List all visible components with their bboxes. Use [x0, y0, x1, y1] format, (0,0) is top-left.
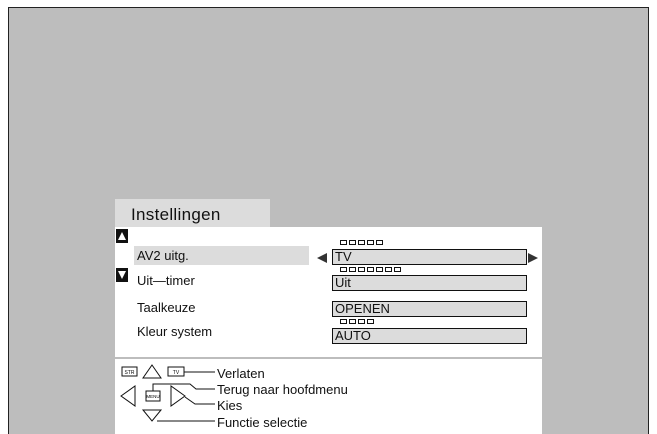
remote-keys-diagram: STR TV MENU	[120, 364, 215, 422]
up-key-icon	[142, 364, 162, 379]
menu-key-label: MENU	[146, 394, 159, 399]
help-function-text: Functie selectie	[217, 415, 308, 430]
tv-key-label: TV	[173, 370, 180, 376]
help-back-text: Terug naar hoofdmenu	[217, 382, 348, 397]
help-exit-text: Verlaten	[217, 366, 265, 381]
right-key-icon	[170, 385, 186, 407]
str-key-label: STR	[125, 370, 135, 376]
down-key-icon	[141, 409, 163, 422]
left-key-icon	[120, 385, 136, 407]
help-select-text: Kies	[217, 398, 243, 413]
